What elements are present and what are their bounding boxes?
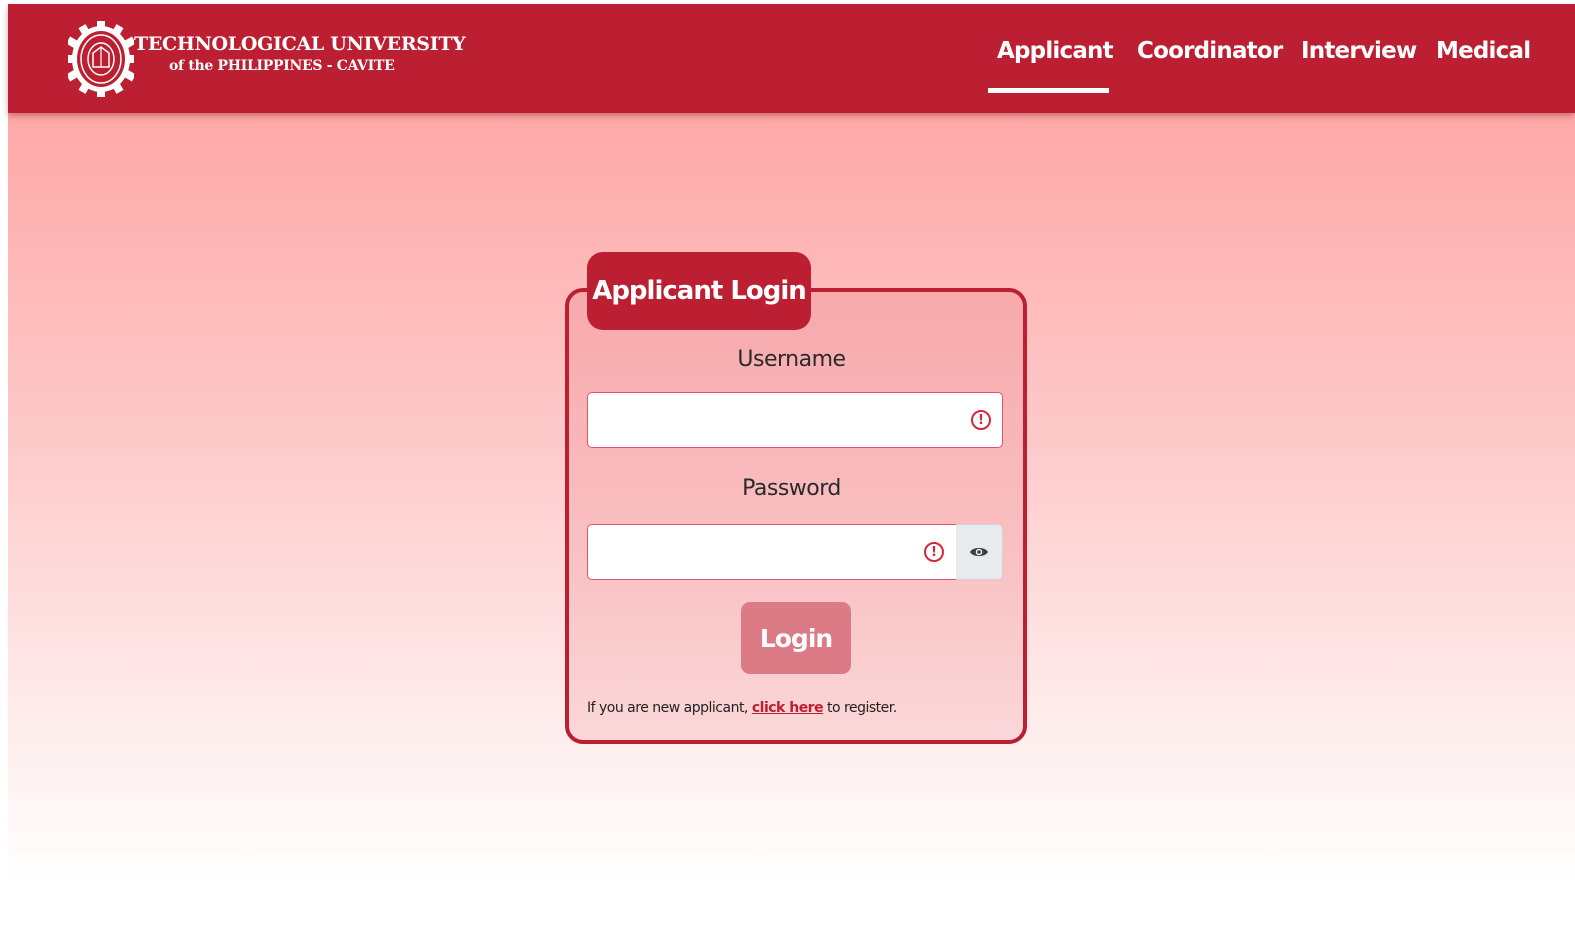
nav-tab-interview[interactable]: Interview xyxy=(1301,38,1417,64)
password-label: Password xyxy=(742,476,841,501)
register-link[interactable]: click here xyxy=(752,700,824,716)
top-navbar: TECHNOLOGICAL UNIVERSITY of the PHILIPPI… xyxy=(8,4,1575,113)
username-invalid-icon: ! xyxy=(971,410,991,430)
eye-icon xyxy=(970,547,988,557)
username-label: Username xyxy=(737,347,846,372)
login-button[interactable]: Login xyxy=(741,602,851,674)
page-background: TECHNOLOGICAL UNIVERSITY of the PHILIPPI… xyxy=(8,4,1575,940)
login-title: Applicant Login xyxy=(587,252,811,330)
password-input[interactable] xyxy=(587,524,957,580)
password-invalid-icon: ! xyxy=(924,542,944,562)
nav-tab-medical[interactable]: Medical xyxy=(1436,38,1531,64)
active-tab-indicator xyxy=(988,88,1109,93)
username-input[interactable] xyxy=(587,392,1003,448)
register-prompt: If you are new applicant, click here to … xyxy=(587,700,897,716)
show-password-button[interactable] xyxy=(956,524,1003,580)
nav-tab-applicant[interactable]: Applicant xyxy=(997,38,1114,64)
register-prefix: If you are new applicant, xyxy=(587,700,752,716)
register-suffix: to register. xyxy=(823,700,897,716)
nav-links: Applicant Coordinator Interview Medical xyxy=(8,4,1575,113)
nav-tab-coordinator[interactable]: Coordinator xyxy=(1137,38,1283,64)
